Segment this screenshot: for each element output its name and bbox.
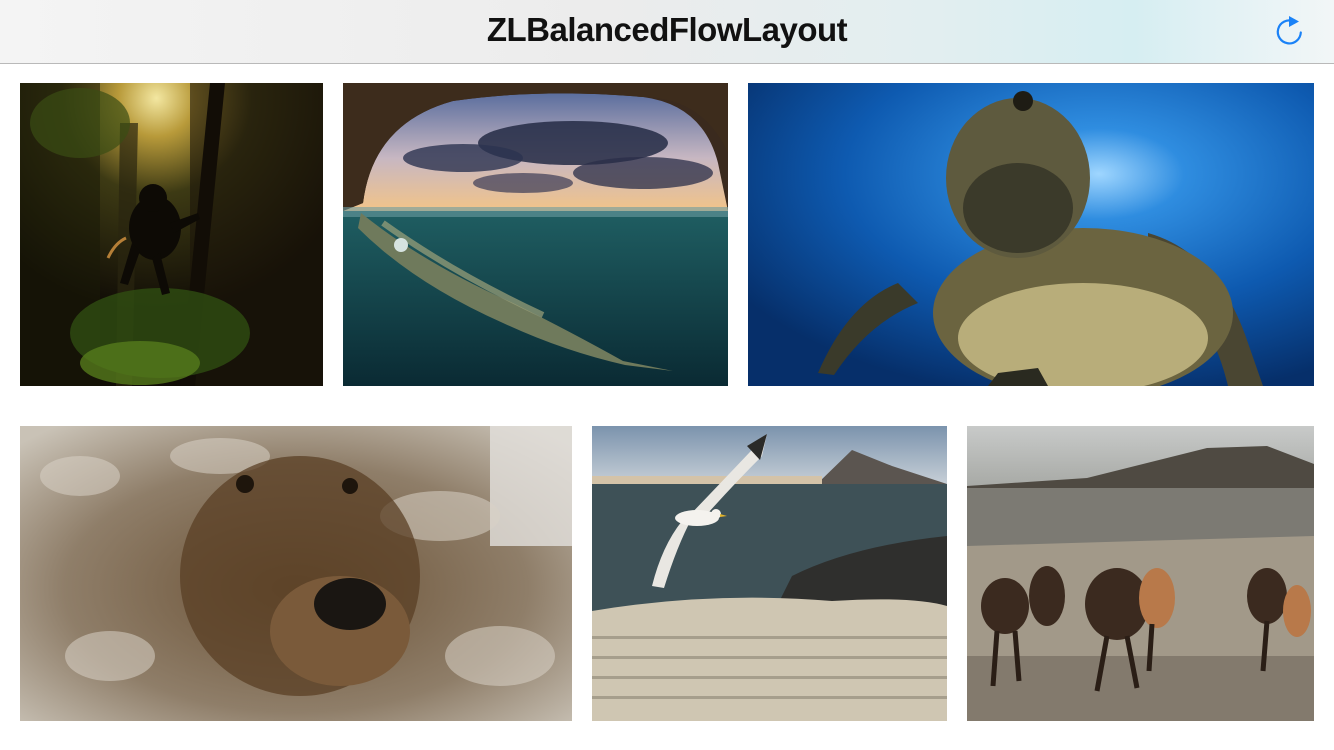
navigation-bar: ZLBalancedFlowLayout <box>0 0 1334 64</box>
refresh-icon <box>1276 16 1302 45</box>
photo-sea-turtle[interactable] <box>748 83 1314 386</box>
photo-frosted-bear[interactable] <box>20 426 572 721</box>
photo-iguana-underwater[interactable] <box>343 83 728 386</box>
photo-running-horses[interactable] <box>967 426 1314 721</box>
photo-monkey-in-forest[interactable] <box>20 83 323 386</box>
nav-title: ZLBalancedFlowLayout <box>486 11 848 48</box>
refresh-button[interactable] <box>1268 10 1310 52</box>
photo-seagull-over-colony[interactable] <box>592 426 947 721</box>
